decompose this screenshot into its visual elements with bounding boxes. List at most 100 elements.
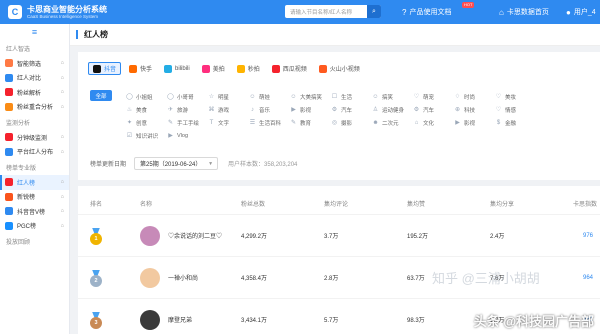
- header-fans[interactable]: 粉丝总数: [241, 199, 265, 208]
- category-item[interactable]: ⚙ 汽车: [331, 104, 372, 115]
- pgc-icon: [5, 221, 13, 230]
- table-row[interactable]: 1 ♡余说话的刘二豆♡ 4,299.2万 3.7万 195.2万 2.4万 976: [78, 214, 600, 256]
- sidebar-item[interactable]: 新锐榜 ⌂: [0, 190, 69, 205]
- sidebar-item[interactable]: 分钟级监测 ⌂: [0, 130, 69, 145]
- lock-icon: ⌂: [60, 148, 64, 155]
- category-item[interactable]: ▶ 影视: [290, 104, 331, 115]
- menu-toggle[interactable]: ≡: [0, 24, 69, 40]
- cell-index[interactable]: 976: [583, 233, 593, 239]
- platform-tab[interactable]: 抖音: [88, 62, 122, 75]
- app-logo[interactable]: C 卡思商业智能分析系统 CaaS Business Intelligence …: [8, 5, 248, 20]
- category-item[interactable]: ✎ 教育: [290, 117, 331, 128]
- header-shares[interactable]: 集均分享: [490, 199, 514, 208]
- platform-tab[interactable]: 美拍: [198, 62, 229, 75]
- category-item[interactable]: ☺ 萌娃: [249, 91, 290, 102]
- category-item[interactable]: ✎ 手工手绘: [167, 117, 208, 128]
- category-item[interactable]: ◯ 小哥哥: [167, 91, 208, 102]
- home-link[interactable]: ⌂ 卡思数据首页: [499, 0, 549, 24]
- kuaishou-icon: [129, 64, 138, 73]
- category-icon: ▶: [455, 120, 460, 126]
- category-all[interactable]: 全部: [90, 90, 112, 101]
- category-item[interactable]: ♢ 时尚: [454, 91, 495, 102]
- sidebar-item[interactable]: 智能筛选 ⌂: [0, 56, 69, 71]
- medal-rank: 3: [90, 316, 102, 329]
- category-item[interactable]: ♪ 音乐: [249, 104, 290, 115]
- cell-index[interactable]: 964: [583, 275, 593, 281]
- xigua-icon: [271, 64, 280, 73]
- category-icon: ♪: [251, 106, 254, 113]
- category-item[interactable]: ⚙ 汽车: [413, 104, 454, 115]
- header-likes[interactable]: 集均赞: [407, 199, 425, 208]
- category-item[interactable]: $ 金融: [495, 117, 536, 128]
- category-item[interactable]: ☐ 生活: [331, 91, 372, 102]
- sidebar-item[interactable]: 粉丝重合分析 ⌂: [0, 100, 69, 115]
- platform-tab[interactable]: 快手: [125, 62, 156, 75]
- sidebar-item-label: 红人对比: [17, 76, 42, 83]
- category-label: 科技: [464, 107, 476, 114]
- sidebar-item[interactable]: 粉丝解析 ⌂: [0, 85, 69, 100]
- date-filter: 榜单更新日期 第25期（2019-06-24） ▼ 用户样本数：358,203,…: [90, 157, 297, 170]
- date-select[interactable]: 第25期（2019-06-24） ▼: [134, 157, 219, 170]
- category-item[interactable]: ▶ Vlog: [167, 130, 208, 141]
- category-item[interactable]: ⌘ 游戏: [208, 104, 249, 115]
- sidebar-item[interactable]: 抖音音V榜 ⌂: [0, 204, 69, 219]
- category-item[interactable]: ◯ 小姐姐: [126, 91, 167, 102]
- platform-tab[interactable]: 秒拍: [233, 62, 264, 75]
- user-sample-count: 用户样本数：358,203,204: [228, 162, 298, 168]
- category-item[interactable]: ♙ 运动健身: [372, 104, 413, 115]
- category-item[interactable]: ☺ 大美搞笑: [290, 91, 331, 102]
- header-index[interactable]: 卡思指数: [573, 199, 597, 208]
- influencer-name[interactable]: 摩登兄弟: [140, 309, 192, 330]
- category-item[interactable]: ☻ 二次元: [372, 117, 413, 128]
- category-item[interactable]: ♨ 美食: [126, 104, 167, 115]
- category-item[interactable]: ⊕ 科技: [454, 104, 495, 115]
- sidebar-item[interactable]: 平台红人分布 ⌂: [0, 145, 69, 160]
- category-item[interactable]: ☺ 搞笑: [372, 91, 413, 102]
- category-item[interactable]: ◎ 摄影: [331, 117, 372, 128]
- avatar[interactable]: [140, 225, 160, 246]
- category-item[interactable]: ♡ 美妆: [495, 91, 536, 102]
- header-comments[interactable]: 集均评论: [324, 199, 348, 208]
- filter-icon: [5, 59, 13, 68]
- sidebar-item[interactable]: PGC榜 ⌂: [0, 219, 69, 234]
- category-icon: ♡: [413, 94, 420, 100]
- category-item[interactable]: ☆ 明星: [208, 91, 249, 102]
- cell-likes: 63.7万: [407, 276, 425, 282]
- avatar[interactable]: [140, 309, 160, 330]
- sidebar-item[interactable]: 红人对比 ⌂: [0, 71, 69, 86]
- category-item[interactable]: ☰ 生活百科: [249, 117, 290, 128]
- category-item[interactable]: ♡ 情感: [495, 104, 536, 115]
- search-button[interactable]: ⌕: [367, 5, 381, 18]
- lock-icon: ⌂: [60, 222, 64, 229]
- category-icon: ☺: [249, 93, 256, 100]
- sidebar-group-label[interactable]: 红人智选: [0, 40, 69, 56]
- sidebar-item[interactable]: 红人榜 ⌂: [0, 175, 69, 190]
- platform-tab[interactable]: 火山小视频: [315, 62, 364, 75]
- sidebar-group-label[interactable]: 投放回顾: [0, 233, 69, 249]
- category-item[interactable]: ▶ 影视: [454, 117, 495, 128]
- cell-shares: 2.4万: [490, 234, 505, 240]
- category-label: Vlog: [177, 132, 189, 139]
- platform-tab[interactable]: 西瓜视频: [268, 62, 311, 75]
- docs-link[interactable]: ? 产品使用文档 HOT: [402, 0, 475, 24]
- category-item[interactable]: T 文字: [208, 117, 249, 128]
- category-item[interactable]: ⌂ 文化: [413, 117, 454, 128]
- sidebar-group-label[interactable]: 监测分析: [0, 114, 69, 130]
- category-item[interactable]: ✈ 旅游: [167, 104, 208, 115]
- avatar[interactable]: [140, 267, 160, 288]
- category-item[interactable]: ☑ 知识讲识: [126, 130, 167, 141]
- influencer-name[interactable]: 一禅小和尚: [140, 267, 198, 288]
- search-input[interactable]: 请输入节目名称/红人名称 ⌕: [285, 5, 381, 18]
- influencer-name[interactable]: ♡余说话的刘二豆♡: [140, 225, 222, 246]
- category-item[interactable]: ✦ 创意: [126, 117, 167, 128]
- platform-tab[interactable]: bilibili: [160, 62, 194, 75]
- cell-comments: 5.7万: [324, 318, 339, 324]
- user-menu[interactable]: ● 用户_4: [566, 0, 596, 24]
- medal-icon: 1: [90, 227, 102, 245]
- category-item[interactable]: ♡ 萌宠: [413, 91, 454, 102]
- sidebar-group-label[interactable]: 榜单专业版: [0, 159, 69, 175]
- category-icon: ✎: [167, 120, 174, 126]
- sidebar-item-label: 智能筛选: [17, 61, 42, 68]
- lock-icon: ⌂: [60, 193, 64, 200]
- lock-icon: ⌂: [60, 134, 64, 141]
